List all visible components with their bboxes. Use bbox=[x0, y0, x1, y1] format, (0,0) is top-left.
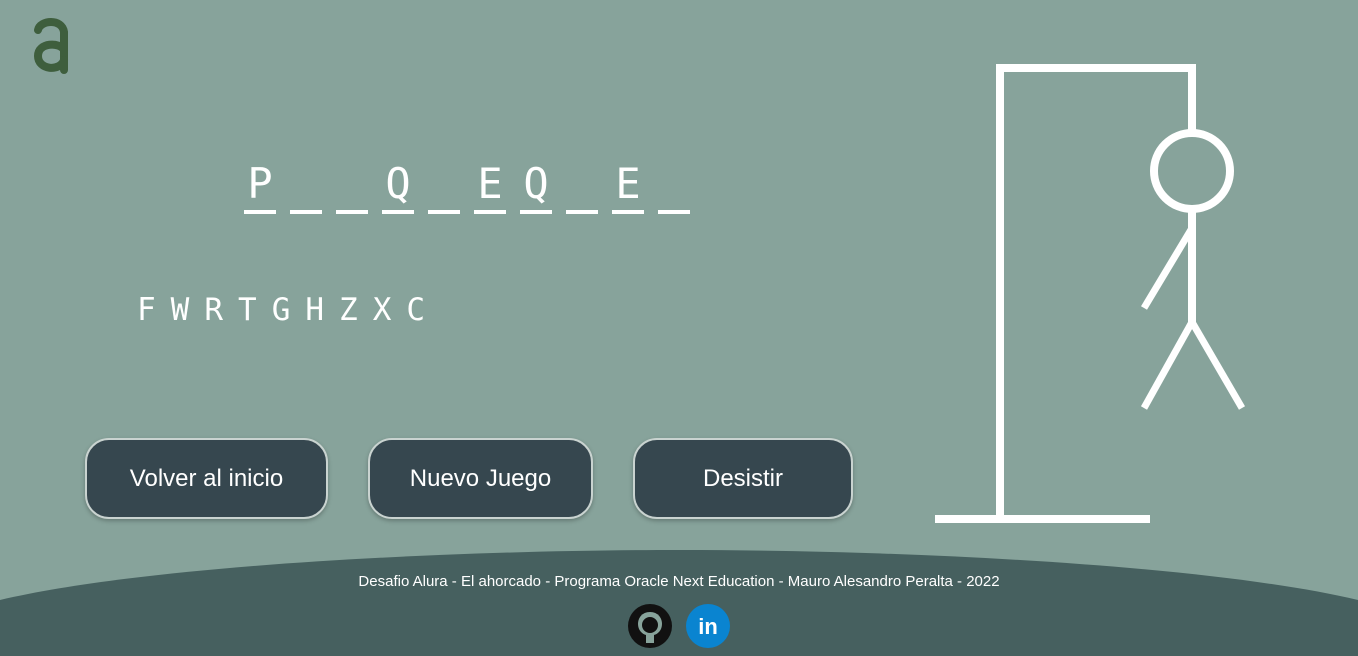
letter-slot: Q bbox=[382, 160, 414, 214]
social-links: in bbox=[627, 603, 731, 649]
new-game-button[interactable]: Nuevo Juego bbox=[368, 438, 593, 519]
github-icon bbox=[628, 604, 672, 648]
back-home-button[interactable]: Volver al inicio bbox=[85, 438, 328, 519]
wrong-letter: X bbox=[372, 292, 397, 328]
letter-slot bbox=[336, 160, 368, 214]
wrong-letter: G bbox=[271, 292, 296, 328]
letter-slot bbox=[566, 160, 598, 214]
hangman-left-leg bbox=[1140, 320, 1196, 410]
hangman-game-page: PQEQE FWRTGHZXC Volver al inicio Nuevo J… bbox=[0, 0, 1358, 656]
wrong-letters: FWRTGHZXC bbox=[137, 292, 430, 328]
letter-slot bbox=[658, 160, 690, 214]
wrong-letter: Z bbox=[339, 292, 363, 328]
wrong-letter: F bbox=[137, 292, 161, 328]
wrong-letter: H bbox=[305, 292, 330, 328]
hangman-drawing bbox=[935, 64, 1246, 523]
github-link[interactable] bbox=[627, 603, 673, 649]
linkedin-icon: in bbox=[686, 604, 730, 648]
letter-slot bbox=[290, 160, 322, 214]
linkedin-link[interactable]: in bbox=[685, 603, 731, 649]
letter-slot bbox=[428, 160, 460, 214]
hangman-right-leg bbox=[1188, 320, 1246, 410]
letter-slot: E bbox=[474, 160, 506, 214]
alura-logo-icon[interactable] bbox=[30, 14, 72, 74]
linkedin-icon-text: in bbox=[698, 614, 718, 639]
wrong-letter: R bbox=[204, 292, 229, 328]
secret-word: PQEQE bbox=[244, 160, 690, 214]
hangman-head bbox=[1150, 129, 1234, 213]
wrong-letter: C bbox=[406, 292, 431, 328]
footer-credits: Desafio Alura - El ahorcado - Programa O… bbox=[358, 573, 1000, 590]
letter-slot: Q bbox=[520, 160, 552, 214]
letter-slot: P bbox=[244, 160, 276, 214]
wrong-letter: W bbox=[170, 292, 195, 328]
wrong-letter: T bbox=[238, 292, 262, 328]
give-up-button[interactable]: Desistir bbox=[633, 438, 853, 519]
letter-slot: E bbox=[612, 160, 644, 214]
hangman-left-arm bbox=[1140, 226, 1196, 310]
